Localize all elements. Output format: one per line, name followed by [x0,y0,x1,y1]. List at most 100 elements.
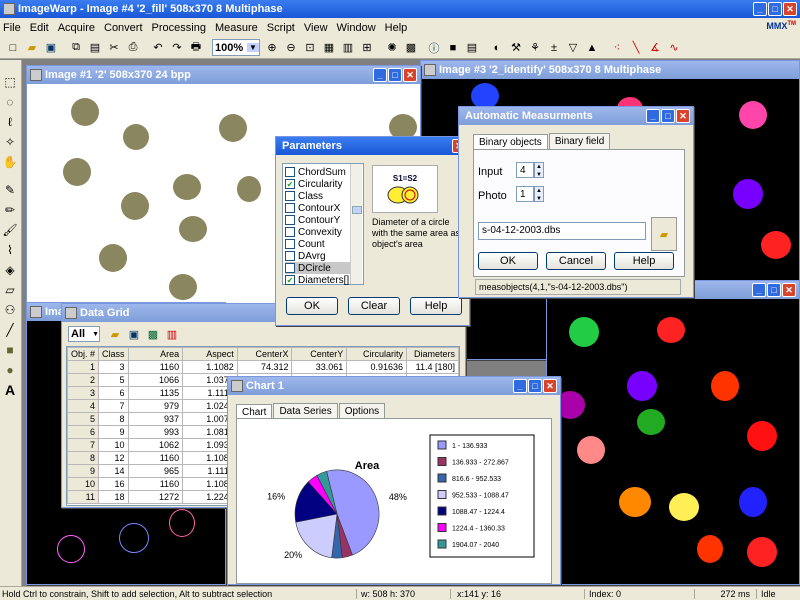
ok-button[interactable]: OK [478,252,538,270]
table-cell[interactable]: 6 [98,386,129,400]
filter-select[interactable]: All ▼ [68,326,100,342]
table-cell[interactable]: 2 [67,373,100,387]
tab-options[interactable]: Options [338,403,386,419]
histogram-icon[interactable]: ▥ [339,38,357,58]
ellipse-icon[interactable]: ● [0,360,20,380]
angle-tool-icon[interactable]: ∡ [646,38,664,58]
help-button[interactable]: Help [614,252,674,270]
camera-icon[interactable]: ■ [444,38,462,58]
table-cell[interactable]: 4 [67,399,100,413]
checkbox[interactable] [285,239,295,249]
brush-icon[interactable]: 🖌 [0,220,20,240]
tab-binary-objects[interactable]: Binary objects [473,134,548,150]
clear-button[interactable]: Clear [348,297,400,315]
eraser-icon[interactable]: ▱ [0,280,20,300]
checkbox[interactable] [285,263,295,273]
palette-icon[interactable]: ✺ [383,38,401,58]
rectangle-icon[interactable]: ■ [0,340,20,360]
close-button[interactable]: ✕ [403,68,417,82]
close-button[interactable]: ✕ [543,379,557,393]
scroll-thumb[interactable] [352,206,362,214]
column-header[interactable]: Obj. # [67,347,100,361]
column-header[interactable]: Class [98,347,129,361]
column-header[interactable]: Aspect [182,347,238,361]
checkbox[interactable] [285,251,295,261]
table-cell[interactable]: 1160 [127,477,184,491]
table-cell[interactable]: 9 [98,425,129,439]
table-cell[interactable]: 12 [98,451,129,465]
parameter-scrollbar[interactable] [350,164,362,284]
menu-view[interactable]: View [304,22,328,34]
help-button[interactable]: Help [410,297,462,315]
tab-binary-field[interactable]: Binary field [548,133,611,149]
table-cell[interactable]: 979 [127,399,184,413]
maximize-button[interactable]: □ [768,2,782,16]
plusminus-icon[interactable]: ± [545,38,563,58]
paste-icon[interactable]: ▤ [86,38,104,58]
save-icon[interactable]: ▣ [125,324,143,344]
checkbox[interactable] [285,203,295,213]
column-header[interactable]: CenterX [236,347,293,361]
photo-field[interactable]: 1 [516,186,534,202]
open-icon[interactable]: ▰ [23,38,41,58]
table-cell[interactable]: 6 [67,425,100,439]
table-cell[interactable]: 8 [98,412,129,426]
table-cell[interactable]: 965 [127,464,184,478]
table-cell[interactable]: 18 [98,490,129,504]
lasso-icon[interactable]: ℓ [0,112,20,132]
maximize-button[interactable]: □ [661,109,675,123]
table-cell[interactable]: 1272 [127,490,184,504]
minimize-button[interactable]: _ [513,379,527,393]
menu-window[interactable]: Window [337,22,376,34]
menu-convert[interactable]: Convert [104,22,143,34]
close-button[interactable]: ✕ [676,109,690,123]
table-cell[interactable]: 11.4 [180] [406,360,459,374]
table-cell[interactable]: 1160 [127,451,184,465]
table-cell[interactable]: 1160 [127,360,184,374]
cut-icon[interactable]: ✂ [105,38,123,58]
measure-icon[interactable]: ⊞ [358,38,376,58]
checkbox[interactable]: ✔ [285,275,295,285]
chart-icon[interactable]: ▥ [163,324,181,344]
airbrush-icon[interactable]: ⌇ [0,240,20,260]
menu-edit[interactable]: Edit [30,22,49,34]
zoom-select[interactable]: 100% ▼ [212,39,260,56]
table-cell[interactable]: 993 [127,425,184,439]
hand-icon[interactable]: ✋ [0,152,20,172]
table-cell[interactable]: 1.1082 [182,360,238,374]
open-icon[interactable]: ▰ [106,324,124,344]
morph-icon[interactable]: ⚒ [507,38,525,58]
table-cell[interactable]: 0.91636 [346,360,408,374]
close-button[interactable]: ✕ [783,2,797,16]
table-cell[interactable]: 14 [98,464,129,478]
tree-icon[interactable]: ⚘ [526,38,544,58]
column-header[interactable]: Area [127,347,184,361]
input-field[interactable]: 4 [516,162,534,178]
print-icon[interactable]: ⎙ [124,38,142,58]
menu-script[interactable]: Script [267,22,295,34]
menu-processing[interactable]: Processing [152,22,206,34]
checkbox[interactable] [285,167,295,177]
curve-tool-icon[interactable]: ∿ [665,38,683,58]
table-cell[interactable]: 3 [98,360,129,374]
checkbox[interactable] [285,191,295,201]
table-cell[interactable]: 10 [98,438,129,452]
new-icon[interactable]: □ [4,38,22,58]
excel-icon[interactable]: ▩ [144,324,162,344]
copy-icon[interactable]: ⧉ [67,38,85,58]
table-cell[interactable]: 33.061 [291,360,348,374]
table-cell[interactable]: 8 [67,451,100,465]
checkbox[interactable]: ✔ [285,179,295,189]
menu-file[interactable]: File [3,22,21,34]
eyedropper-icon[interactable]: ✎ [0,180,20,200]
clone-icon[interactable]: ⚇ [0,300,20,320]
grid-icon[interactable]: ▦ [320,38,338,58]
ok-button[interactable]: OK [286,297,338,315]
fit-icon[interactable]: ⊡ [301,38,319,58]
table-cell[interactable]: 3 [67,386,100,400]
database-file-field[interactable]: s-04-12-2003.dbs [478,222,646,240]
printer-icon[interactable]: 🖶 [187,38,205,58]
table-cell[interactable]: 1062 [127,438,184,452]
save-icon[interactable]: ▣ [42,38,60,58]
table-cell[interactable]: 16 [98,477,129,491]
